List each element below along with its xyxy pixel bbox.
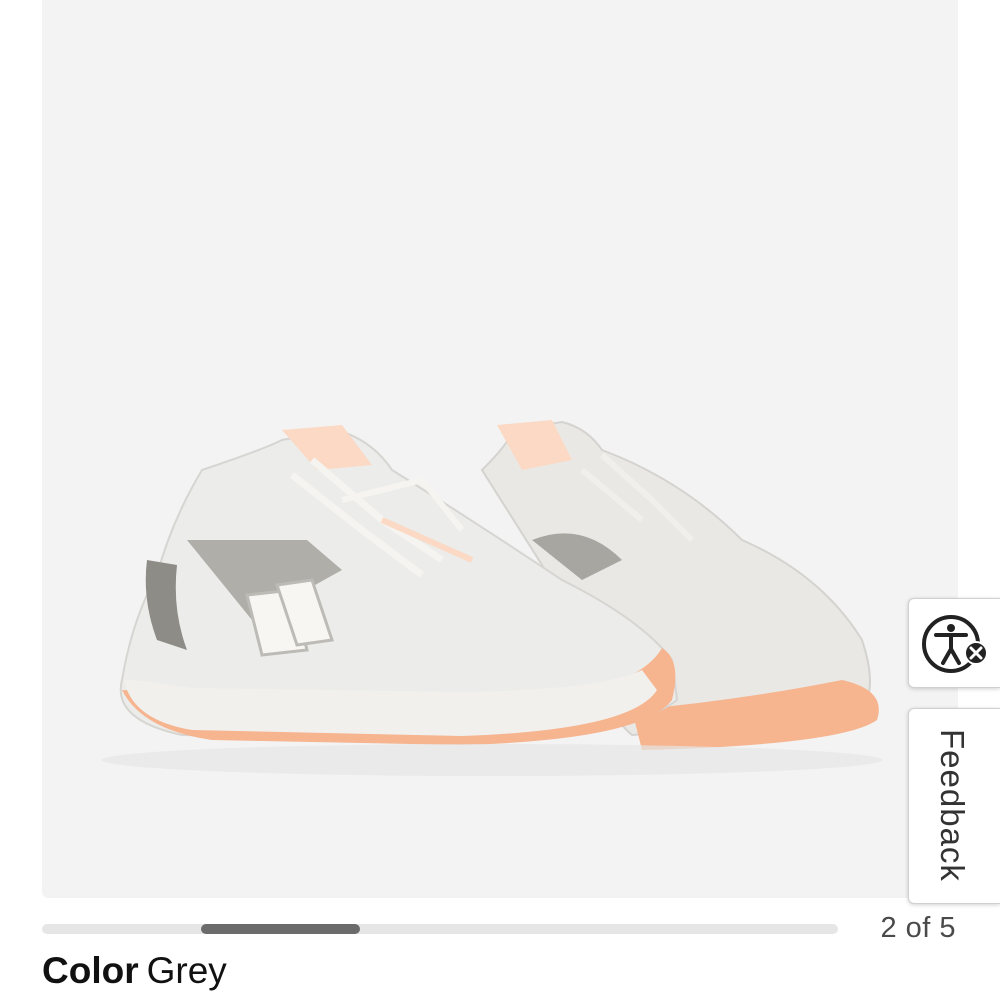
color-value: Grey	[146, 950, 227, 991]
product-image[interactable]	[42, 0, 958, 898]
accessibility-person-icon	[922, 615, 988, 673]
carousel-progress-track[interactable]	[42, 924, 838, 934]
feedback-label: Feedback	[934, 729, 971, 882]
feedback-tab[interactable]: Feedback	[908, 708, 1000, 904]
product-page: 2 of 5 Color Grey Feedback	[0, 0, 1000, 1000]
carousel-progress-thumb[interactable]	[201, 924, 361, 934]
accessibility-button[interactable]	[908, 598, 1000, 688]
carousel-counter: 2 of 5	[880, 912, 956, 944]
color-label: Color	[42, 950, 139, 991]
color-selection: Color Grey	[42, 950, 227, 992]
shoe-illustration	[102, 420, 882, 776]
